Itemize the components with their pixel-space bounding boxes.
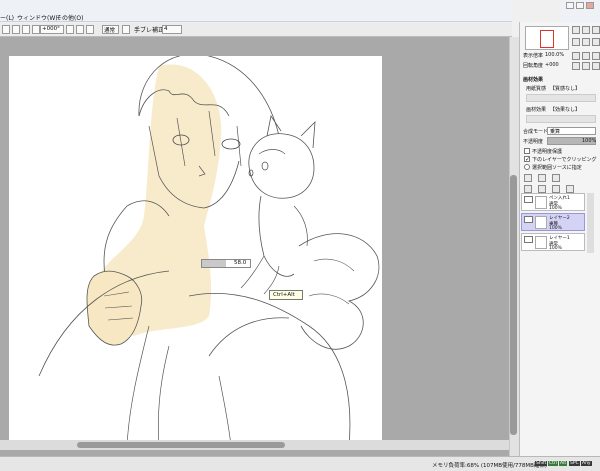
nav-zoom-in-icon[interactable] [572, 26, 580, 34]
flip-icon[interactable] [122, 25, 130, 34]
select-source-label: 選択範囲ソースに指定 [532, 165, 582, 171]
effect-strength[interactable] [526, 115, 596, 123]
nav-flip-icon[interactable] [582, 38, 590, 46]
rotate-right-icon[interactable] [76, 25, 84, 34]
nav-reset-icon[interactable] [592, 38, 600, 46]
key-any: Any [581, 461, 592, 466]
layer-item-layer1[interactable]: レイヤー1 通常 100% [521, 233, 585, 251]
zoom-value[interactable]: 100.0% [545, 52, 564, 58]
layer-panel-scrollbar[interactable] [587, 193, 594, 253]
menu-window[interactable]: ウィンドウ(W) [17, 13, 58, 22]
blend-mode-select[interactable]: 通常 [102, 25, 119, 34]
key-shift: Shift [535, 461, 548, 466]
menu-bar: ー(L) ウィンドウ(W) その他(O) [0, 0, 512, 22]
clip-label: 下のレイヤーでクリッピング [532, 157, 597, 163]
vertical-scroll-thumb[interactable] [510, 175, 517, 435]
zoom-out-icon[interactable] [12, 25, 20, 34]
layer-opacity: 100% [549, 226, 562, 231]
modifier-tooltip: Ctrl+Alt [269, 290, 303, 300]
key-alt: Alt [559, 461, 568, 466]
angle-ccw-icon[interactable] [572, 62, 580, 70]
effect-label: 画材効果 [526, 107, 547, 113]
layer-thumbnail [535, 216, 547, 229]
transfer-down-icon[interactable] [524, 185, 532, 193]
paper-texture-label: 用紙質感 [526, 86, 547, 92]
angle-cw-icon[interactable] [582, 62, 590, 70]
opacity-label: 不透明度 [523, 139, 544, 145]
stabilizer-select[interactable]: 4 [162, 25, 182, 34]
rotation-input[interactable]: +000° [40, 25, 64, 34]
layer-item-layer2[interactable]: レイヤー2 乗算 100% [521, 213, 585, 231]
select-source-radio[interactable] [524, 164, 530, 170]
zoom-in-icon[interactable] [22, 25, 30, 34]
zoom-down-icon[interactable] [572, 52, 580, 60]
blend-mode-label: 合成モード [523, 129, 549, 135]
layer-opacity: 100% [549, 206, 562, 211]
close-button[interactable] [586, 2, 594, 9]
canvas-area: 58.0 Ctrl+Alt [0, 37, 509, 456]
protect-checkbox[interactable] [524, 148, 530, 154]
nav-zoom-out-icon[interactable] [582, 26, 590, 34]
layer-item-pen[interactable]: ペン入れ1 通常 100% [521, 193, 585, 211]
merge-down-icon[interactable] [538, 185, 546, 193]
maximize-button[interactable] [576, 2, 584, 9]
angle-reset-icon[interactable] [592, 62, 600, 70]
new-folder-icon[interactable] [552, 174, 560, 182]
new-linework-icon[interactable] [538, 174, 546, 182]
nav-fit-icon[interactable] [592, 26, 600, 34]
status-bar: メモリ負荷率:68% (107MB使用/778MB確保) Shift Ctrl … [0, 456, 600, 471]
protect-label: 不透明度保護 [532, 149, 563, 155]
key-space: SPC [569, 461, 580, 466]
opacity-value: 100% [582, 138, 597, 144]
effect-value[interactable]: 【効果なし】 [550, 106, 580, 113]
canvas-paper[interactable] [9, 56, 382, 446]
navigator-thumbnail[interactable] [525, 26, 569, 50]
brush-size-value: 58.0 [234, 260, 247, 266]
zoom-reset-icon[interactable] [592, 52, 600, 60]
layer-thumbnail [535, 236, 547, 249]
layer-opacity: 100% [549, 246, 562, 251]
memory-status: メモリ負荷率:68% (107MB使用/778MB確保) [432, 463, 548, 469]
clip-checkbox[interactable]: ✓ [524, 156, 530, 163]
line-art [38, 56, 380, 446]
tool-icon[interactable] [2, 25, 10, 34]
blend-mode-value[interactable]: 乗算 [547, 127, 596, 135]
rotate-reset-icon[interactable] [86, 25, 94, 34]
layer-thumbnail [535, 196, 547, 209]
stabilizer-label: 手ブレ補正 [134, 27, 165, 34]
delete-layer-icon[interactable] [566, 185, 574, 193]
zoom-up-icon[interactable] [582, 52, 590, 60]
visibility-eye-icon[interactable] [524, 236, 533, 243]
visibility-eye-icon[interactable] [524, 196, 533, 203]
angle-label: 回転角度 [523, 63, 544, 69]
menu-other[interactable]: その他(O) [56, 13, 83, 22]
window-controls [560, 0, 600, 22]
paper-texture-strength[interactable] [526, 94, 596, 102]
texture-header: 画材効果 [523, 77, 544, 83]
new-layer-icon[interactable] [524, 174, 532, 182]
nav-rotate-icon[interactable] [572, 38, 580, 46]
horizontal-scroll-thumb[interactable] [77, 442, 285, 448]
paper-texture-value[interactable]: 【質感なし】 [550, 85, 580, 92]
key-ctrl: Ctrl [548, 461, 559, 466]
clear-layer-icon[interactable] [552, 185, 560, 193]
visibility-eye-icon[interactable] [524, 216, 533, 223]
rotate-left-icon[interactable] [66, 25, 74, 34]
zoom-label: 表示倍率 [523, 53, 544, 59]
toolbar: +000° 通常 手ブレ補正 4 [0, 23, 512, 37]
minimize-button[interactable] [566, 2, 574, 9]
menu-layer[interactable]: ー(L) [0, 13, 14, 22]
reset-view-icon[interactable] [32, 25, 40, 34]
angle-value[interactable]: +000 [545, 62, 559, 68]
navigator-view-rect[interactable] [540, 30, 554, 48]
brush-size-fill [202, 260, 226, 267]
